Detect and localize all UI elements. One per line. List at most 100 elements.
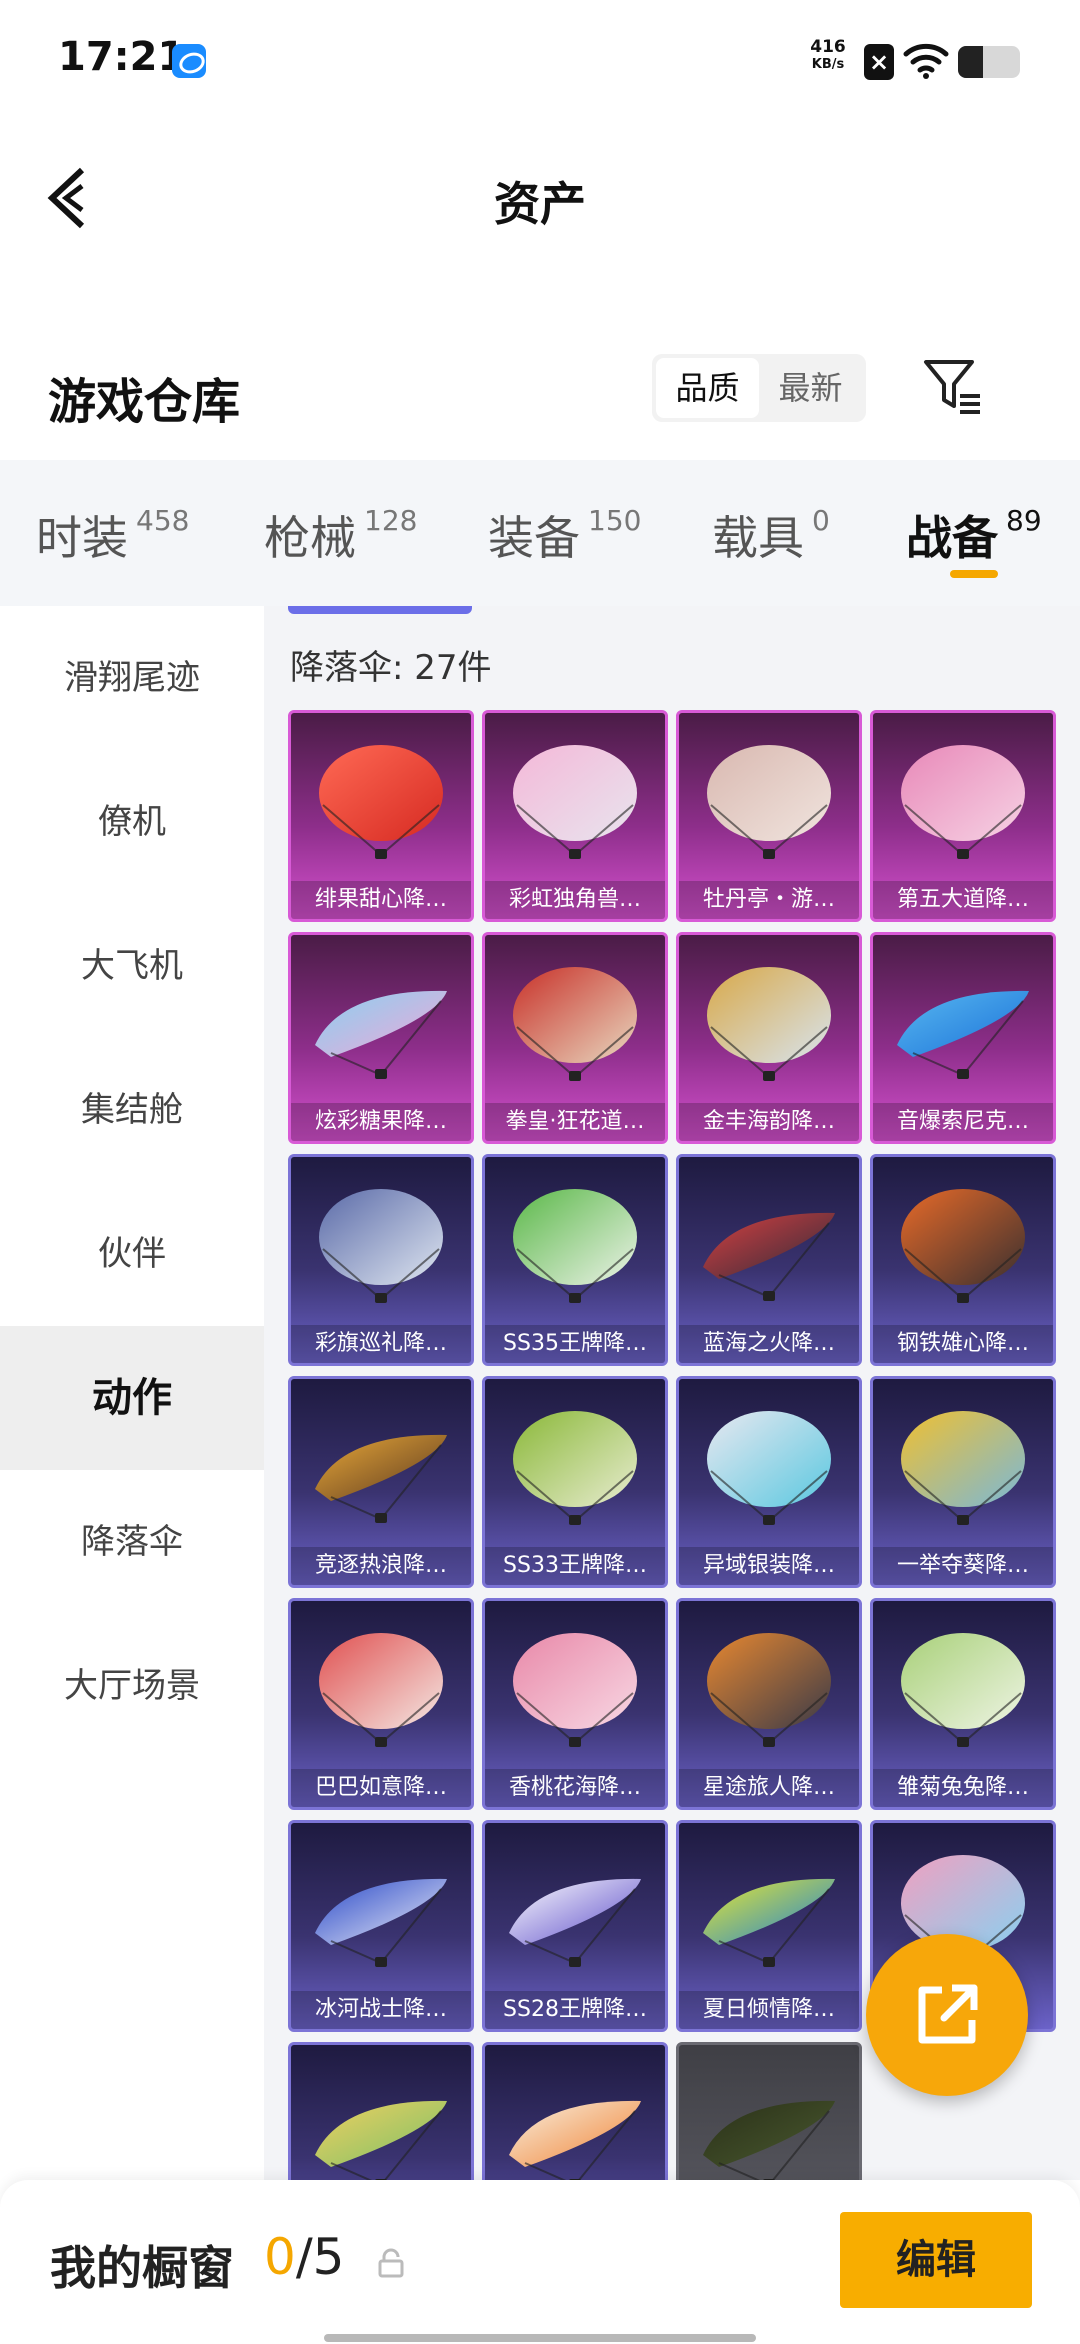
item-card[interactable]: 星途旅人降… [676, 1598, 862, 1810]
item-card[interactable]: 一举夺葵降… [870, 1376, 1056, 1588]
sidebar-item-lobby-scene[interactable]: 大厅场景 [0, 1614, 264, 1758]
sidebar-item-glide-trail[interactable]: 滑翔尾迹 [0, 606, 264, 750]
item-name: 香桃花海降… [485, 1769, 665, 1807]
item-card[interactable]: 彩虹独角兽… [482, 710, 668, 922]
item-card[interactable]: 竞逐热浪降… [288, 1376, 474, 1588]
tab-label: 枪械 [264, 511, 356, 565]
filter-icon[interactable] [922, 356, 984, 418]
parachute-icon [315, 990, 447, 1079]
sidebar-item-wingman[interactable]: 僚机 [0, 750, 264, 894]
parachute-icon [315, 2100, 447, 2180]
item-card[interactable]: 巴巴如意降… [288, 1598, 474, 1810]
item-card[interactable]: 蓝海之火降… [676, 1154, 862, 1366]
network-speed: 416 KB/s [800, 38, 856, 74]
item-name: 第五大道降… [873, 881, 1053, 919]
tab-count: 0 [812, 504, 830, 537]
item-card[interactable]: 异域银装降… [676, 1376, 862, 1588]
tab-combat-gear[interactable]: 战备 89 [906, 502, 1042, 568]
item-card[interactable]: SS28王牌降… [482, 1820, 668, 2032]
item-card[interactable]: 金丰海韵降… [676, 932, 862, 1144]
item-name: 竞逐热浪降… [291, 1547, 471, 1585]
tab-count: 128 [364, 504, 418, 537]
parachute-icon [901, 1411, 1025, 1525]
item-count-label: 降落伞: 27件 [290, 648, 492, 688]
sidebar-item-airplane[interactable]: 大飞机 [0, 894, 264, 1038]
parachute-icon [703, 1212, 835, 1301]
item-card[interactable]: 夏日倾情降… [676, 1820, 862, 2032]
subcategory-sidebar: 滑翔尾迹 僚机 大飞机 集结舱 伙伴 动作 降落伞 大厅场景 [0, 606, 264, 2180]
tab-label: 装备 [488, 511, 580, 565]
tab-equipment[interactable]: 装备 150 [488, 502, 641, 568]
status-bar: 17:21 416 KB/s × [0, 0, 1080, 120]
item-card[interactable]: 香桃花海降… [482, 1598, 668, 1810]
share-icon [918, 1984, 978, 2044]
item-name: 拳皇·狂花道… [485, 1103, 665, 1141]
item-name: 异域银装降… [679, 1547, 859, 1585]
item-card[interactable]: SS35王牌降… [482, 1154, 668, 1366]
wifi-icon [903, 43, 949, 79]
share-button[interactable] [866, 1934, 1028, 2096]
item-card[interactable]: 雏菊兔兔降… [870, 1598, 1056, 1810]
item-card[interactable]: 第五大道降… [870, 710, 1056, 922]
item-name: 冰河战士降… [291, 1991, 471, 2029]
showcase-count: 0/5 [264, 2228, 344, 2286]
parachute-icon [315, 1434, 447, 1523]
item-name: 蓝海之火降… [679, 1325, 859, 1363]
item-card[interactable]: 牡丹亭・游… [676, 710, 862, 922]
item-name: 雏菊兔兔降… [873, 1769, 1053, 1807]
parachute-icon [513, 967, 637, 1081]
item-name: 彩虹独角兽… [485, 881, 665, 919]
parachute-icon [509, 1878, 641, 1967]
sidebar-item-assembly-pod[interactable]: 集结舱 [0, 1038, 264, 1182]
item-card[interactable]: 冰河战士降… [288, 1820, 474, 2032]
item-name: 夏日倾情降… [679, 1991, 859, 2029]
tab-fashion[interactable]: 时装 458 [36, 502, 189, 568]
tab-count: 458 [136, 504, 190, 537]
item-card[interactable]: 炫彩糖果降… [288, 932, 474, 1144]
no-sim-icon: × [864, 44, 894, 80]
item-name: 金丰海韵降… [679, 1103, 859, 1141]
tab-label: 战备 [906, 511, 998, 565]
item-card[interactable] [288, 2042, 474, 2180]
item-name: 音爆索尼克… [873, 1103, 1053, 1141]
item-card[interactable]: 彩旗巡礼降… [288, 1154, 474, 1366]
sort-quality-button[interactable]: 品质 [656, 358, 759, 418]
page-title: 资产 [494, 177, 586, 231]
item-card[interactable] [482, 2042, 668, 2180]
app-notification-icon [172, 44, 206, 78]
tab-weapons[interactable]: 枪械 128 [264, 502, 417, 568]
parachute-icon [707, 1633, 831, 1747]
edit-button[interactable]: 编辑 [840, 2212, 1032, 2308]
item-name: 巴巴如意降… [291, 1769, 471, 1807]
parachute-icon [513, 1411, 637, 1525]
parachute-icon [513, 745, 637, 859]
tab-label: 载具 [712, 511, 804, 565]
parachute-icon [509, 2100, 641, 2180]
item-name: 星途旅人降… [679, 1769, 859, 1807]
item-card[interactable]: SS33王牌降… [482, 1376, 668, 1588]
sort-newest-button[interactable]: 最新 [759, 358, 862, 418]
sidebar-item-companion[interactable]: 伙伴 [0, 1182, 264, 1326]
item-card[interactable]: 绯果甜心降… [288, 710, 474, 922]
showcase-current: 0 [264, 2228, 296, 2286]
parachute-icon [319, 1633, 443, 1747]
tab-vehicles[interactable]: 载具 0 [712, 502, 830, 568]
network-speed-unit: KB/s [811, 57, 845, 72]
sidebar-item-emote[interactable]: 动作 [0, 1326, 264, 1470]
item-card[interactable] [676, 2042, 862, 2180]
parachute-icon [901, 745, 1025, 859]
showcase-label: 我的橱窗 [50, 2241, 234, 2295]
parachute-icon [513, 1189, 637, 1303]
item-card[interactable]: 音爆索尼克… [870, 932, 1056, 1144]
tab-count: 150 [588, 504, 642, 537]
status-time: 17:21 [58, 34, 186, 80]
parachute-icon [319, 745, 443, 859]
parachute-icon [901, 1633, 1025, 1747]
parachute-icon [703, 1878, 835, 1967]
item-card[interactable]: 钢铁雄心降… [870, 1154, 1056, 1366]
parachute-icon [707, 1411, 831, 1525]
item-name: 炫彩糖果降… [291, 1103, 471, 1141]
sidebar-item-parachute[interactable]: 降落伞 [0, 1470, 264, 1614]
item-card[interactable]: 拳皇·狂花道… [482, 932, 668, 1144]
parachute-icon [897, 990, 1029, 1079]
